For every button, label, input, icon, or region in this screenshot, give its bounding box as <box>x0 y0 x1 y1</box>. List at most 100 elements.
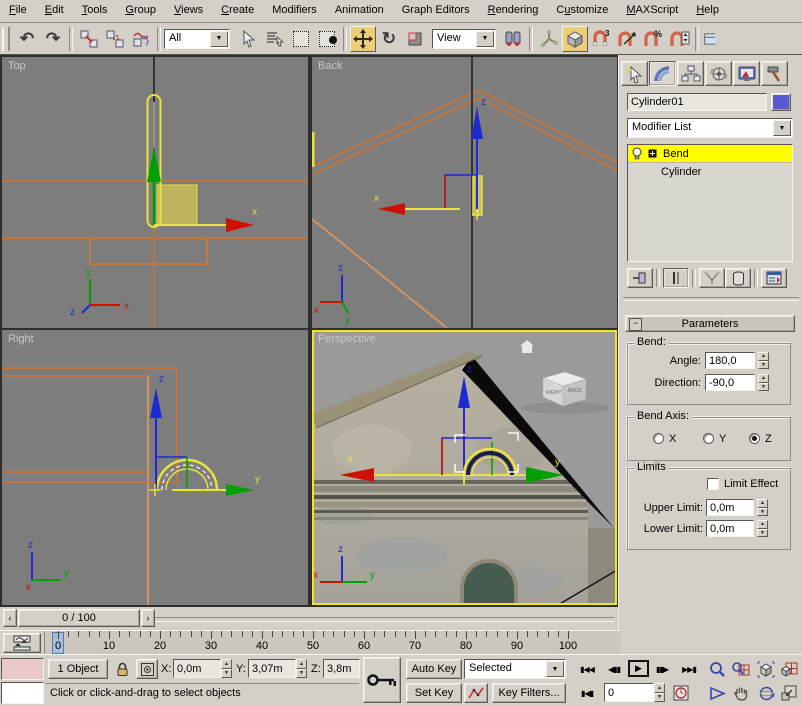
select-and-move-icon[interactable] <box>350 26 376 52</box>
tab-modify[interactable] <box>649 61 676 86</box>
remove-modifier-button[interactable] <box>725 268 751 288</box>
window-crossing-icon[interactable] <box>314 26 340 52</box>
axis-z-radio[interactable] <box>749 433 760 444</box>
zoom-extents-button[interactable] <box>754 659 778 679</box>
current-frame-field[interactable] <box>604 683 654 702</box>
next-frame-button[interactable]: ▮▮▶ <box>652 659 672 679</box>
viewport-right[interactable]: Right z y z y x <box>2 330 308 605</box>
select-and-rotate-icon[interactable]: ↻ <box>376 26 402 52</box>
z-coord-input[interactable] <box>327 661 356 676</box>
maxscript-listener-pane[interactable] <box>1 682 44 704</box>
axis-x-radio[interactable] <box>653 433 664 444</box>
make-unique-button[interactable] <box>699 268 725 288</box>
key-mode-toggle[interactable]: ▮◀▮ <box>574 683 600 703</box>
menu-animation[interactable]: Animation <box>326 0 393 19</box>
select-object-icon[interactable] <box>236 26 262 52</box>
object-name-input[interactable] <box>631 95 763 109</box>
select-and-link-icon[interactable] <box>76 26 102 52</box>
toolbar-drag-handle[interactable] <box>2 27 10 51</box>
tab-create[interactable] <box>621 61 648 86</box>
reference-coordinate-system-dropdown[interactable]: View ▼ <box>432 29 496 49</box>
field-of-view-button[interactable] <box>706 683 728 703</box>
rectangular-selection-region-icon[interactable] <box>288 26 314 52</box>
selection-count-button[interactable]: 1 Object <box>48 659 108 679</box>
select-by-name-icon[interactable] <box>262 26 288 52</box>
upper-limit-spinner[interactable]: ▲▼ <box>757 499 768 516</box>
x-coord-field[interactable] <box>173 659 221 678</box>
upper-limit-input[interactable] <box>710 501 750 514</box>
redo-icon[interactable]: ↷ <box>40 26 66 52</box>
viewport-canvas-perspective[interactable]: RIGHT BACK x y z <box>312 330 617 605</box>
toolbar-partial-icon[interactable] <box>702 26 716 52</box>
chevron-down-icon[interactable]: ▼ <box>773 120 791 136</box>
lower-limit-spinner[interactable]: ▲▼ <box>757 520 768 537</box>
trackbar-ruler[interactable]: 0102030405060708090100 <box>44 631 621 655</box>
parameters-rollout-header[interactable]: − Parameters <box>625 315 795 332</box>
x-coord-input[interactable] <box>177 661 217 676</box>
menu-file[interactable]: File <box>0 0 36 19</box>
menu-tools[interactable]: Tools <box>73 0 117 19</box>
previous-frame-button[interactable]: ◀▮▮ <box>604 659 624 679</box>
collapse-minus-icon[interactable]: − <box>629 318 642 331</box>
angle-input[interactable] <box>709 354 751 367</box>
menu-group[interactable]: Group <box>116 0 165 19</box>
lightbulb-icon[interactable] <box>631 147 643 160</box>
pin-stack-button[interactable] <box>627 268 653 288</box>
z-coord-field[interactable] <box>323 659 360 678</box>
selection-lock-toggle[interactable] <box>112 659 132 679</box>
maximize-viewport-toggle[interactable] <box>778 683 800 703</box>
chevron-down-icon[interactable]: ▼ <box>546 661 564 677</box>
object-color-swatch[interactable] <box>771 93 791 111</box>
angle-spinner[interactable]: ▲▼ <box>758 352 769 369</box>
zoom-extents-all-button[interactable] <box>778 659 800 679</box>
selection-set-dropdown[interactable]: Selected ▼ <box>464 659 566 679</box>
spinner-snap-toggle-icon[interactable] <box>666 26 692 52</box>
chevron-down-icon[interactable]: ▼ <box>210 31 228 47</box>
stack-row-cylinder[interactable]: Cylinder <box>628 163 792 180</box>
viewport-label-right[interactable]: Right <box>8 333 34 345</box>
menu-views[interactable]: Views <box>165 0 212 19</box>
zoom-all-button[interactable] <box>730 659 752 679</box>
auto-key-button[interactable]: Auto Key <box>406 659 462 679</box>
undo-icon[interactable]: ↶ <box>14 26 40 52</box>
go-to-start-button[interactable]: ▮◀◀ <box>574 659 600 679</box>
angle-snap-toggle-icon[interactable] <box>614 26 640 52</box>
open-mini-curve-editor-button[interactable] <box>3 633 41 653</box>
unlink-selection-icon[interactable] <box>102 26 128 52</box>
lower-limit-input[interactable] <box>710 522 750 535</box>
menu-rendering[interactable]: Rendering <box>479 0 548 19</box>
key-filters-button[interactable]: Key Filters... <box>492 683 566 703</box>
time-slider-back-button[interactable]: ‹ <box>3 609 17 627</box>
select-and-scale-icon[interactable] <box>402 26 428 52</box>
tab-display[interactable] <box>733 61 760 86</box>
current-frame-spinner[interactable]: ▲▼ <box>654 683 665 702</box>
play-button[interactable]: ▶ <box>628 660 649 677</box>
maxscript-macro-recorder-pane[interactable] <box>1 658 44 680</box>
tab-hierarchy[interactable] <box>677 61 704 86</box>
tab-utilities[interactable] <box>761 61 788 86</box>
direction-input[interactable] <box>709 376 751 389</box>
arc-rotate-button[interactable] <box>754 683 778 703</box>
set-key-button[interactable]: Set Key <box>406 683 462 703</box>
time-configuration-button[interactable] <box>670 683 692 703</box>
x-coord-spinner[interactable]: ▲▼ <box>221 659 232 678</box>
lower-limit-field[interactable] <box>706 520 754 537</box>
expand-plus-icon[interactable] <box>648 149 657 158</box>
absolute-offset-mode-toggle[interactable] <box>136 659 158 679</box>
chevron-down-icon[interactable]: ▼ <box>476 31 494 47</box>
viewport-label-back[interactable]: Back <box>318 60 342 72</box>
viewport-canvas-right[interactable]: z y z y x <box>2 330 308 605</box>
object-name-field[interactable] <box>627 93 767 111</box>
time-slider-forward-button[interactable]: › <box>141 609 155 627</box>
y-coord-field[interactable] <box>248 659 296 678</box>
use-pivot-point-center-icon[interactable] <box>500 26 526 52</box>
snaps-toggle-icon[interactable] <box>562 26 588 52</box>
snap-3d-icon[interactable]: 3 <box>588 26 614 52</box>
menu-edit[interactable]: Edit <box>36 0 73 19</box>
bind-to-space-warp-icon[interactable] <box>128 26 154 52</box>
viewport-back[interactable]: Back z x z x y <box>312 57 617 328</box>
upper-limit-field[interactable] <box>706 499 754 516</box>
menu-customize[interactable]: Customize <box>547 0 617 19</box>
stack-row-bend[interactable]: Bend <box>628 145 792 163</box>
menu-modifiers[interactable]: Modifiers <box>263 0 326 19</box>
